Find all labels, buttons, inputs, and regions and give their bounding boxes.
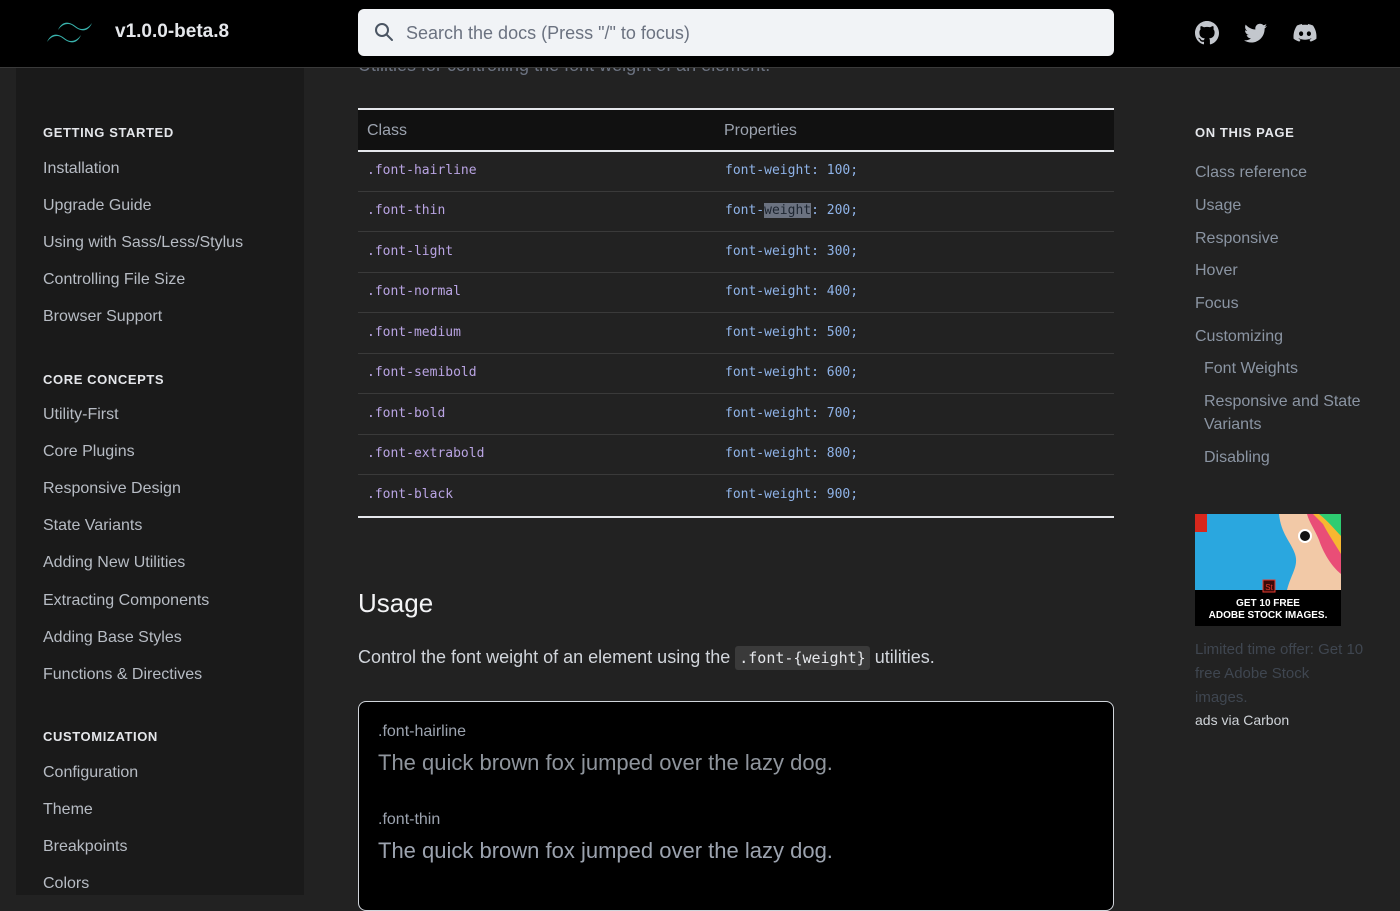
class-table-header: Class Properties xyxy=(358,108,1114,152)
toc-link-disabling[interactable]: Disabling xyxy=(1204,449,1270,467)
class-name: .font-black xyxy=(367,487,454,502)
inline-code: .font-{weight} xyxy=(735,646,870,670)
sidebar-item-state-variants[interactable]: State Variants xyxy=(43,517,142,535)
github-icon[interactable] xyxy=(1194,20,1220,46)
search-box[interactable] xyxy=(358,9,1114,58)
class-properties: font-weight: 300; xyxy=(725,244,859,259)
sidebar-item-upgrade-guide[interactable]: Upgrade Guide xyxy=(43,197,152,215)
table-row: .font-black font-weight: 900; xyxy=(358,476,1114,518)
usage-heading: Usage xyxy=(358,588,434,618)
sidebar-item-browser-support[interactable]: Browser Support xyxy=(43,308,162,326)
toc-link-class-reference[interactable]: Class reference xyxy=(1195,164,1307,182)
table-row: .font-light font-weight: 300; xyxy=(358,233,1114,273)
class-properties: font-weight: 100; xyxy=(725,163,859,178)
table-row: .font-hairline font-weight: 100; xyxy=(358,152,1114,192)
property-text: font- xyxy=(725,203,765,218)
sidebar: GETTING STARTED Installation Upgrade Gui… xyxy=(16,68,304,895)
sidebar-item-theme[interactable]: Theme xyxy=(43,801,93,819)
table-row: .font-bold font-weight: 700; xyxy=(358,395,1114,435)
toc-link-customizing[interactable]: Customizing xyxy=(1195,328,1283,346)
class-name: .font-light xyxy=(367,244,454,259)
toc-link-font-weights[interactable]: Font Weights xyxy=(1204,360,1298,378)
class-name: .font-medium xyxy=(367,325,461,340)
class-name: .font-normal xyxy=(367,284,461,299)
class-properties: font-weight: 600; xyxy=(725,365,859,380)
ad-image[interactable]: St GET 10 FREE ADOBE STOCK IMAGES. xyxy=(1195,514,1341,626)
version-label[interactable]: v1.0.0-beta.8 xyxy=(115,21,229,43)
font-weight-demo-box: .font-hairline The quick brown fox jumpe… xyxy=(358,701,1114,911)
sidebar-item-adding-new-utilities[interactable]: Adding New Utilities xyxy=(43,554,185,572)
search-icon xyxy=(375,23,393,41)
sidebar-item-core-plugins[interactable]: Core Plugins xyxy=(43,443,135,461)
class-properties: font-weight: 500; xyxy=(725,325,859,340)
sidebar-section-getting-started: GETTING STARTED xyxy=(43,125,174,140)
sidebar-section-core-concepts: CORE CONCEPTS xyxy=(43,372,165,387)
table-row: .font-medium font-weight: 500; xyxy=(358,314,1114,354)
discord-icon[interactable] xyxy=(1292,20,1318,46)
top-bar: v1.0.0-beta.8 xyxy=(0,0,1400,68)
sidebar-item-colors[interactable]: Colors xyxy=(43,875,89,893)
table-row: .font-semibold font-weight: 600; xyxy=(358,354,1114,394)
class-name: .font-thin xyxy=(367,203,446,218)
sidebar-item-breakpoints[interactable]: Breakpoints xyxy=(43,838,128,856)
sidebar-item-sass-less-stylus[interactable]: Using with Sass/Less/Stylus xyxy=(43,234,243,252)
demo-label: .font-hairline xyxy=(378,723,467,740)
twitter-icon[interactable] xyxy=(1243,20,1269,46)
sidebar-item-utility-first[interactable]: Utility-First xyxy=(43,406,119,424)
table-row: .font-extrabold font-weight: 800; xyxy=(358,435,1114,475)
demo-text-hairline: The quick brown fox jumped over the lazy… xyxy=(378,750,833,775)
toc-link-responsive[interactable]: Responsive xyxy=(1195,230,1279,248)
class-properties: font-weight: 700; xyxy=(725,406,859,421)
text-selection-highlight: weight xyxy=(764,203,812,218)
column-header-properties: Properties xyxy=(724,122,797,139)
usage-text-after: utilities. xyxy=(869,647,935,667)
ads-via-carbon[interactable]: ads via Carbon xyxy=(1195,712,1289,728)
property-text: : 200; xyxy=(811,203,859,218)
ad-headline-line-2: ADOBE STOCK IMAGES. xyxy=(1209,610,1328,621)
sidebar-item-functions-directives[interactable]: Functions & Directives xyxy=(43,666,202,684)
sidebar-item-installation[interactable]: Installation xyxy=(43,160,120,178)
tailwind-logo-icon[interactable] xyxy=(46,20,94,48)
class-properties: font-weight: 800; xyxy=(725,446,859,461)
class-properties: font-weight: 200; xyxy=(725,203,858,218)
toc-link-responsive-state[interactable]: Responsive and State xyxy=(1204,393,1361,411)
sidebar-item-configuration[interactable]: Configuration xyxy=(43,764,138,782)
class-properties: font-weight: 900; xyxy=(725,487,859,502)
ad-headline-line-1: GET 10 FREE xyxy=(1236,598,1300,609)
sidebar-section-customization: CUSTOMIZATION xyxy=(43,729,158,744)
usage-text-before: Control the font weight of an element us… xyxy=(358,647,736,667)
table-row: .font-thin font-weight: 200; xyxy=(358,192,1114,232)
svg-text:St: St xyxy=(1265,583,1273,592)
sidebar-item-extracting-components[interactable]: Extracting Components xyxy=(43,592,209,610)
usage-description: Control the font weight of an element us… xyxy=(358,646,935,670)
sidebar-item-adding-base-styles[interactable]: Adding Base Styles xyxy=(43,629,182,647)
class-properties: font-weight: 400; xyxy=(725,284,859,299)
toc-link-usage[interactable]: Usage xyxy=(1195,197,1241,215)
class-name: .font-bold xyxy=(367,406,446,421)
toc-link-focus[interactable]: Focus xyxy=(1195,295,1239,313)
toc-link-hover[interactable]: Hover xyxy=(1195,262,1238,280)
class-name: .font-hairline xyxy=(367,163,477,178)
class-name: .font-extrabold xyxy=(367,446,485,461)
demo-text-thin: The quick brown fox jumped over the lazy… xyxy=(378,838,833,863)
table-row: .font-normal font-weight: 400; xyxy=(358,273,1114,313)
toc-link-variants[interactable]: Variants xyxy=(1204,416,1262,434)
search-input[interactable] xyxy=(404,9,1098,58)
column-header-class: Class xyxy=(367,122,408,139)
ad-text[interactable]: Limited time offer: Get 10 free Adobe St… xyxy=(1195,638,1365,710)
toc-title: ON THIS PAGE xyxy=(1195,125,1295,140)
sidebar-item-controlling-file-size[interactable]: Controlling File Size xyxy=(43,271,185,289)
class-name: .font-semibold xyxy=(367,365,477,380)
sidebar-item-responsive-design[interactable]: Responsive Design xyxy=(43,480,181,498)
demo-label: .font-thin xyxy=(378,811,441,828)
